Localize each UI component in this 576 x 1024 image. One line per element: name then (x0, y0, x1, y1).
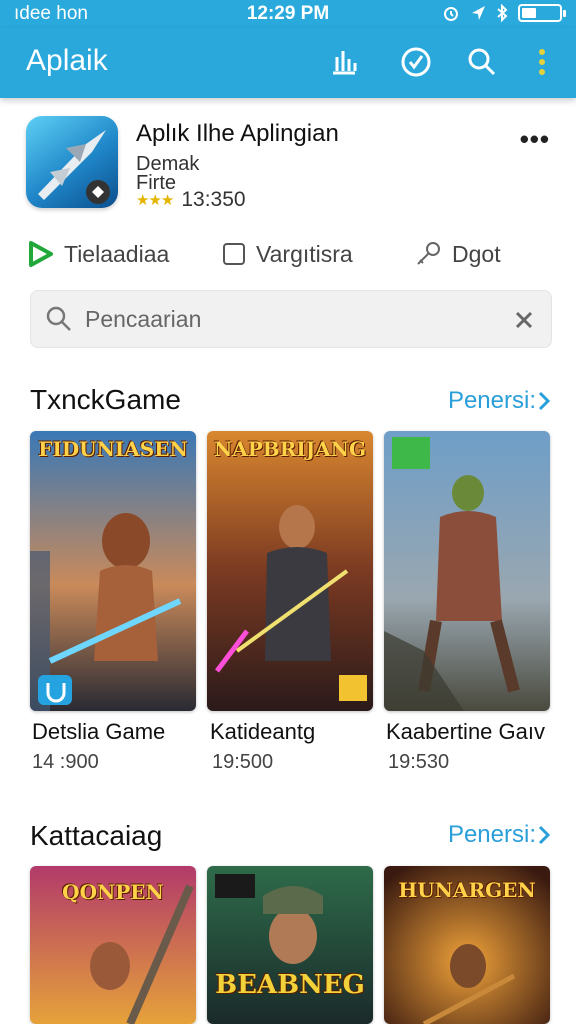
install-action[interactable]: Tielaadiaa (28, 236, 169, 272)
status-bar: ıdee hon 12:29 PM (0, 0, 576, 28)
search-placeholder: Pencaarian (85, 306, 202, 332)
app-icon (26, 116, 118, 208)
game-artwork (384, 431, 550, 711)
game-title[interactable]: Kaabertine Gaıv (386, 719, 545, 745)
game-artwork (207, 431, 373, 711)
game-card[interactable]: BEABNEG (207, 866, 373, 1024)
game-title[interactable]: Detslia Game (32, 719, 165, 745)
status-icons (442, 4, 566, 22)
wishlist-action[interactable]: Vargıtisra (222, 236, 353, 272)
game-title[interactable]: Katideantg (210, 719, 315, 745)
game-card[interactable]: QONPEN (30, 866, 196, 1024)
chevron-right-icon (538, 825, 551, 845)
section-title-2: Kattacaiag (30, 820, 163, 851)
verified-button[interactable] (396, 42, 436, 82)
bluetooth-icon (497, 4, 508, 22)
chevron-right-icon (538, 391, 551, 411)
overflow-menu-button[interactable] (522, 42, 562, 82)
game-meta: 19:530 (388, 751, 450, 773)
app-more-button[interactable]: ••• (520, 124, 550, 155)
section-title-1: TxnckGame (30, 384, 181, 415)
checkbox-icon (223, 243, 245, 265)
game-card[interactable]: HUNARGEN (384, 866, 550, 1024)
action-row: Tielaadiaa Vargıtisra Dgot (28, 236, 548, 272)
game-card[interactable] (384, 431, 550, 711)
search-icon (46, 306, 71, 331)
section-link-2[interactable]: Penersi: (448, 821, 552, 849)
jet-icon (38, 130, 110, 204)
search-button[interactable] (462, 42, 502, 82)
game-art-title: FIDUNIASEN (38, 437, 188, 461)
game-art-title: NAPBRIJANG (213, 437, 367, 461)
game-artwork (207, 866, 373, 1024)
wishlist-action-label: Vargıtisra (256, 240, 353, 267)
check-circle-icon (401, 47, 431, 77)
search-bar[interactable]: Pencaarian (30, 290, 552, 348)
game-art-title: QONPEN (62, 880, 164, 904)
section-link-1[interactable]: Penersi: (448, 387, 552, 415)
game-art-title: BEABNEG (215, 970, 365, 1000)
key-icon (417, 242, 440, 265)
more-vert-icon (539, 49, 545, 75)
play-triangle-icon (29, 241, 53, 267)
game-card[interactable]: NAPBRIJANG (207, 431, 373, 711)
install-action-label: Tielaadiaa (64, 240, 170, 267)
share-action[interactable]: Dgot (414, 236, 501, 272)
app-title: Aplık Ilhe Aplingian (136, 120, 339, 147)
rating-value: 13:350 (181, 188, 246, 211)
game-card[interactable]: FIDUNIASEN (30, 431, 196, 711)
search-icon (468, 48, 496, 76)
battery-icon (518, 4, 566, 22)
alarm-icon (444, 7, 458, 21)
game-meta: 14 :900 (32, 751, 99, 773)
share-action-label: Dgot (452, 240, 501, 267)
game-art-title: HUNARGEN (398, 878, 536, 902)
bar-chart-icon (333, 51, 357, 75)
game-artwork (30, 431, 196, 711)
game-meta: 19:500 (212, 751, 274, 773)
charts-button[interactable] (324, 42, 364, 82)
app-bar-title: Aplaik (26, 44, 108, 77)
section-link-label-1: Penersi: (447, 387, 536, 414)
app-rating: ★★★ 13:350 (136, 188, 246, 212)
app-header: Aplık Ilhe Aplingian Demak Firte ★★★ 13:… (26, 116, 550, 216)
section-link-label-2: Penersi: (447, 821, 536, 848)
close-icon[interactable] (511, 305, 537, 333)
location-icon (472, 6, 485, 20)
app-bar: Aplaik (0, 28, 576, 98)
rating-stars: ★★★ (136, 192, 174, 209)
